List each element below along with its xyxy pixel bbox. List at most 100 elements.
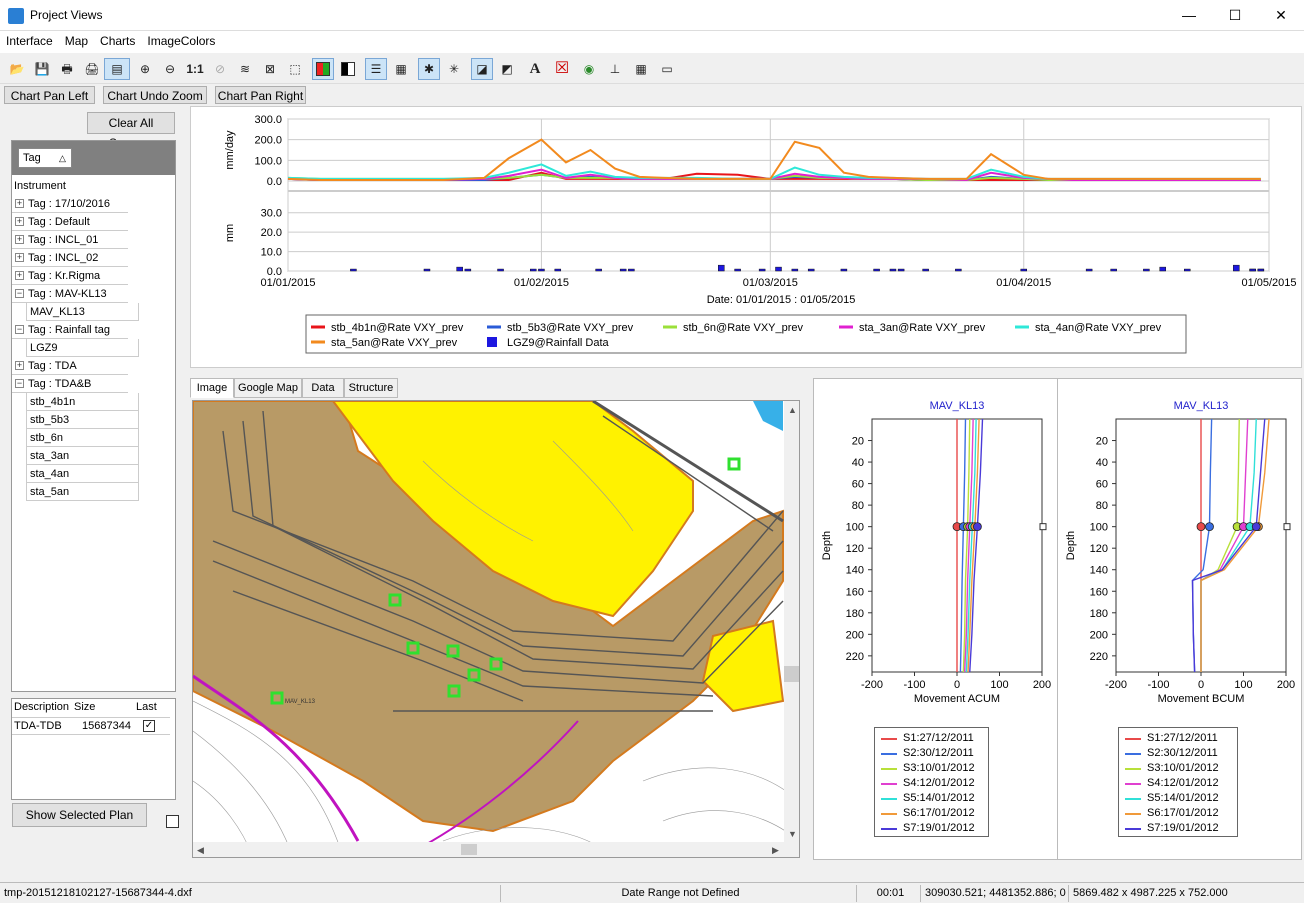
bar	[350, 268, 357, 272]
menu-interface[interactable]: Interface	[0, 31, 59, 51]
last-checkbox[interactable]: ✓	[143, 720, 155, 732]
table-row[interactable]: TDA-TDB 15687344 ✓	[12, 717, 170, 735]
zoom-out-icon[interactable]: ⊖	[159, 58, 181, 80]
tree-group[interactable]: − Tag : Rainfall tag	[12, 321, 128, 339]
image-export-icon[interactable]: ▤	[104, 58, 130, 80]
print-preview-icon[interactable]: 🖨	[81, 58, 103, 80]
x-axis-label: Date: 01/01/2015 : 01/05/2015	[707, 294, 856, 306]
collapse-icon[interactable]: −	[15, 325, 24, 334]
x-tick-label: 01/01/2015	[260, 277, 315, 289]
chart-pan-right-button[interactable]: Chart Pan Right	[215, 86, 306, 104]
x-tick-label: 100	[990, 679, 1008, 691]
collapse-icon[interactable]: −	[15, 289, 24, 298]
expand-icon[interactable]: +	[15, 199, 24, 208]
list-icon[interactable]: ☰	[365, 58, 387, 80]
y-tick-label: 80	[852, 500, 864, 512]
profile-marker	[1251, 522, 1261, 532]
chart-pan-left-button[interactable]: Chart Pan Left	[4, 86, 95, 104]
tree-item-label: Tag : MAV-KL13	[28, 288, 107, 300]
zoom-in-icon[interactable]: ⊕	[134, 58, 156, 80]
eye-icon[interactable]: ◉	[578, 58, 600, 80]
y-tick-label: 60	[852, 479, 864, 491]
x-tick-label: 100	[1234, 679, 1252, 691]
clear-icon[interactable]: ☒	[551, 58, 573, 80]
zoom-reset-icon[interactable]: 1:1	[184, 58, 206, 80]
tab-image[interactable]: Image	[190, 378, 234, 398]
clear-all-sensors-button[interactable]: Clear All Sensors	[87, 112, 175, 150]
legend-label: LGZ9@Rainfall Data	[507, 337, 610, 349]
cursor-icon[interactable]: ✱	[418, 58, 440, 80]
group-header-tag[interactable]: Tag △	[18, 148, 72, 168]
x-tick-label: 01/05/2015	[1241, 277, 1296, 289]
legend-item: S2:30/12/2011	[875, 746, 988, 761]
color-palette-icon[interactable]	[312, 58, 334, 80]
expand-icon[interactable]: +	[15, 271, 24, 280]
maximize-button[interactable]: ☐	[1212, 0, 1258, 31]
y-tick-label: 20.0	[261, 227, 282, 239]
x-tick-label: -100	[903, 679, 925, 691]
close-button[interactable]: ✕	[1258, 0, 1304, 31]
plan-checkbox[interactable]	[166, 815, 179, 828]
window-title: Project Views	[30, 8, 103, 22]
site-plan-map[interactable]: MAV_KL13 ▲ ▼ ◀ ▶	[193, 401, 799, 857]
tree-item-label: sta_5an	[30, 486, 70, 498]
tree-leaf[interactable]: stb_4b1n	[26, 393, 139, 411]
x-tick-label: -200	[1105, 679, 1127, 691]
tree-group[interactable]: + Tag : INCL_02	[12, 249, 128, 267]
fit-icon[interactable]: ⊠	[259, 58, 281, 80]
legend-label: S6:17/01/2012	[903, 807, 975, 819]
tree-item-label: stb_6n	[30, 432, 64, 444]
tree-group[interactable]: − Tag : MAV-KL13	[12, 285, 128, 303]
pan-icon[interactable]: ≋	[234, 58, 256, 80]
save-icon[interactable]: 💾	[31, 58, 53, 80]
grid-icon[interactable]: ▦	[630, 58, 652, 80]
expand-icon[interactable]: +	[15, 235, 24, 244]
tree-leaf[interactable]: stb_6n	[26, 429, 139, 447]
text-icon[interactable]: A	[524, 58, 546, 80]
bar	[758, 268, 766, 272]
tree-leaf[interactable]: stb_5b3	[26, 411, 139, 429]
chart-undo-zoom-button[interactable]: Chart Undo Zoom	[103, 86, 207, 104]
tree-group[interactable]: + Tag : 17/10/2016	[12, 195, 128, 213]
frame-icon[interactable]: ▭	[656, 58, 678, 80]
tree-leaf[interactable]: sta_5an	[26, 483, 139, 501]
tree-leaf[interactable]: sta_4an	[26, 465, 139, 483]
region-alt-icon[interactable]: ◩	[496, 58, 518, 80]
tree-group[interactable]: − Tag : TDA&B	[12, 375, 128, 393]
print-icon[interactable]: 🖶	[56, 58, 78, 80]
tree-group[interactable]: + Tag : INCL_01	[12, 231, 128, 249]
menu-map[interactable]: Map	[59, 31, 94, 51]
select-box-icon[interactable]: ⬚	[284, 58, 306, 80]
menu-imagecolors[interactable]: ImageColors	[141, 31, 221, 51]
tree-item-label: LGZ9	[30, 342, 58, 354]
tree-group[interactable]: + Tag : TDA	[12, 357, 128, 375]
axis-icon[interactable]: ⊥	[604, 58, 626, 80]
cursor-marker	[1283, 523, 1291, 531]
status-extent: 5869.482 x 4987.225 x 752.000	[1068, 885, 1228, 902]
profile-marker	[972, 522, 982, 532]
bar	[595, 268, 602, 272]
profile-title: MAV_KL13	[1174, 400, 1229, 412]
collapse-icon[interactable]: −	[15, 379, 24, 388]
tab-google-map[interactable]: Google Map	[234, 378, 302, 398]
expand-icon[interactable]: +	[15, 217, 24, 226]
map-view[interactable]: MAV_KL13 ▲ ▼ ◀ ▶	[192, 400, 800, 858]
tree-leaf[interactable]: sta_3an	[26, 447, 139, 465]
menu-charts[interactable]: Charts	[94, 31, 141, 51]
list-alt-icon[interactable]: ▦	[390, 58, 412, 80]
show-selected-plan-button[interactable]: Show Selected Plan	[12, 803, 147, 827]
expand-icon[interactable]: +	[15, 361, 24, 370]
bw-palette-icon[interactable]	[337, 58, 359, 80]
region-icon[interactable]: ◪	[471, 58, 493, 80]
expand-icon[interactable]: +	[15, 253, 24, 262]
profile-chart-bcum: MAV_KL13 20 40 60 80 100 120 140 160 180 200 220 -20…	[1065, 400, 1295, 705]
tree-group[interactable]: + Tag : Default	[12, 213, 128, 231]
cursor-alt-icon[interactable]: ✳	[443, 58, 465, 80]
tree-leaf[interactable]: LGZ9	[26, 339, 139, 357]
minimize-button[interactable]: —	[1166, 0, 1212, 31]
tree-leaf[interactable]: MAV_KL13	[26, 303, 139, 321]
tree-group[interactable]: + Tag : Kr.Rigma	[12, 267, 128, 285]
open-icon[interactable]: 📂	[6, 58, 28, 80]
tab-data[interactable]: Data	[302, 378, 344, 398]
tab-structure[interactable]: Structure	[344, 378, 398, 398]
